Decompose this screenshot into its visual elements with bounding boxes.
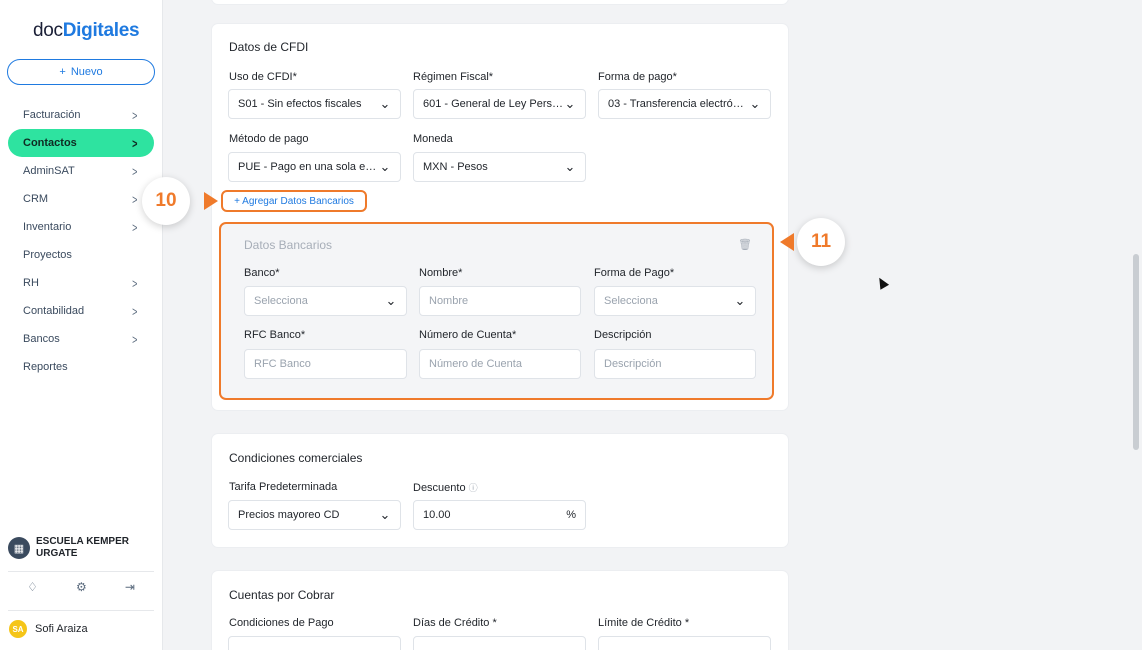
chevron-down-icon: ⌄	[564, 159, 576, 174]
chevron-down-icon: ⌄	[379, 96, 391, 111]
descuento-label: Descuento ⓘ	[413, 482, 478, 494]
chevron-down-icon: ⌄	[749, 96, 761, 111]
descripcion-label: Descripción	[594, 329, 652, 341]
new-button-label: Nuevo	[70, 66, 103, 78]
divider	[8, 610, 154, 611]
bank-forma-pago-label: Forma de Pago*	[594, 267, 675, 279]
dias-credito-label: Días de Crédito *	[413, 617, 497, 629]
chevron-down-icon: ⌄	[385, 293, 397, 308]
metodo-pago-label: Método de pago	[229, 133, 309, 145]
bank-forma-pago-select[interactable]: Selecciona ⌄	[594, 286, 756, 316]
trash-icon[interactable]: 🗑	[738, 238, 752, 251]
sidebar-item-proyectos[interactable]: Proyectos	[8, 241, 154, 269]
nombre-label: Nombre*	[419, 267, 463, 279]
bank-panel-title: Datos Bancarios	[244, 238, 333, 252]
numero-cuenta-label: Número de Cuenta*	[419, 329, 517, 341]
sidebar-item-contabilidad[interactable]: Contabilidad >	[8, 297, 154, 325]
sidebar-item-adminsat[interactable]: AdminSAT >	[8, 157, 154, 185]
app-logo[interactable]: docDigitales	[33, 20, 140, 42]
callout-arrow	[204, 192, 218, 210]
forma-pago-label: Forma de pago*	[598, 71, 677, 83]
descuento-input[interactable]: 10.00%	[413, 500, 586, 530]
accounts-receivable-card: Cuentas por Cobrar Condiciones de Pago D…	[212, 571, 788, 650]
sidebar-item-facturacion[interactable]: Facturación >	[8, 101, 154, 129]
user-profile[interactable]: SA Sofi Araiza	[9, 620, 88, 638]
chevron-right-icon: >	[132, 135, 138, 151]
chevron-down-icon: ⌄	[379, 643, 391, 650]
step-callout-11: 11	[797, 218, 845, 266]
chevron-right-icon: >	[132, 219, 138, 235]
bank-data-panel: Datos Bancarios 🗑 Banco* Selecciona ⌄ Nom…	[219, 222, 774, 400]
add-bank-data-link[interactable]: + Agregar Datos Bancarios	[221, 190, 367, 212]
sidebar-item-contactos[interactable]: Contactos >	[8, 129, 154, 157]
condiciones-pago-label: Condiciones de Pago	[229, 617, 334, 629]
bell-icon[interactable]: ♢	[27, 580, 38, 594]
sidebar-toolbar: ♢ ⚙ ⇥	[8, 580, 154, 594]
moneda-select[interactable]: MXN - Pesos ⌄	[413, 152, 586, 182]
callout-arrow	[780, 233, 794, 251]
rfc-banco-input[interactable]: RFC Banco	[244, 349, 407, 379]
metodo-pago-select[interactable]: PUE - Pago en una sola exh... ⌄	[228, 152, 401, 182]
condiciones-pago-select[interactable]: ⌄	[228, 636, 401, 650]
chevron-right-icon: >	[132, 163, 138, 179]
divider	[8, 571, 154, 572]
chevron-right-icon: >	[132, 191, 138, 207]
gear-icon[interactable]: ⚙	[76, 580, 87, 594]
chevron-right-icon: >	[132, 275, 138, 291]
logout-icon[interactable]: ⇥	[125, 580, 135, 594]
info-icon[interactable]: ⓘ	[469, 483, 478, 493]
section-title: Datos de CFDI	[229, 40, 309, 54]
previous-section-card	[212, 0, 788, 4]
rfc-banco-label: RFC Banco*	[244, 329, 306, 341]
step-callout-10: 10	[142, 177, 190, 225]
organization-switcher[interactable]: ▦ ESCUELA KEMPER URGATE	[8, 536, 146, 560]
sidebar-item-bancos[interactable]: Bancos >	[8, 325, 154, 353]
chevron-right-icon: >	[132, 107, 138, 123]
tarifa-label: Tarifa Predeterminada	[229, 481, 338, 493]
sidebar-item-rh[interactable]: RH >	[8, 269, 154, 297]
numero-cuenta-input[interactable]: Número de Cuenta	[419, 349, 581, 379]
sidebar-item-inventario[interactable]: Inventario >	[8, 213, 154, 241]
section-title: Condiciones comerciales	[229, 451, 363, 465]
mouse-cursor-icon	[874, 275, 890, 290]
percent-suffix: %	[566, 509, 576, 521]
uso-cfdi-label: Uso de CFDI*	[229, 71, 297, 83]
chevron-down-icon: ⌄	[734, 293, 746, 308]
moneda-label: Moneda	[413, 133, 453, 145]
plus-icon: +	[59, 66, 66, 78]
limite-credito-input[interactable]	[598, 636, 771, 650]
banco-label: Banco*	[244, 267, 280, 279]
chevron-down-icon: ⌄	[564, 96, 576, 111]
dias-credito-input[interactable]	[413, 636, 586, 650]
forma-pago-select[interactable]: 03 - Transferencia electróni... ⌄	[598, 89, 771, 119]
nombre-input[interactable]: Nombre	[419, 286, 581, 316]
sidebar-nav: Facturación > Contactos > AdminSAT > CRM > I…	[8, 101, 154, 381]
regimen-label: Régimen Fiscal*	[413, 71, 494, 83]
new-button[interactable]: + Nuevo	[7, 59, 155, 85]
commercial-conditions-card: Condiciones comerciales Tarifa Predeterm…	[212, 434, 788, 547]
organization-name: ESCUELA KEMPER URGATE	[36, 536, 129, 559]
regimen-select[interactable]: 601 - General de Ley Perso... ⌄	[413, 89, 586, 119]
sidebar-item-crm[interactable]: CRM >	[8, 185, 154, 213]
chevron-down-icon: ⌄	[379, 159, 391, 174]
uso-cfdi-select[interactable]: S01 - Sin efectos fiscales ⌄	[228, 89, 401, 119]
user-name: Sofi Araiza	[35, 623, 88, 635]
sidebar-item-reportes[interactable]: Reportes	[8, 353, 154, 381]
avatar: SA	[9, 620, 27, 638]
building-icon: ▦	[8, 537, 30, 559]
sidebar: docDigitales + Nuevo Facturación > Contac…	[0, 0, 163, 650]
chevron-down-icon: ⌄	[379, 507, 391, 522]
descripcion-input[interactable]: Descripción	[594, 349, 756, 379]
limite-credito-label: Límite de Crédito *	[598, 617, 690, 629]
scrollbar[interactable]	[1133, 254, 1139, 450]
section-title: Cuentas por Cobrar	[229, 588, 335, 602]
banco-select[interactable]: Selecciona ⌄	[244, 286, 407, 316]
chevron-right-icon: >	[132, 303, 138, 319]
chevron-right-icon: >	[132, 331, 138, 347]
tarifa-select[interactable]: Precios mayoreo CD ⌄	[228, 500, 401, 530]
